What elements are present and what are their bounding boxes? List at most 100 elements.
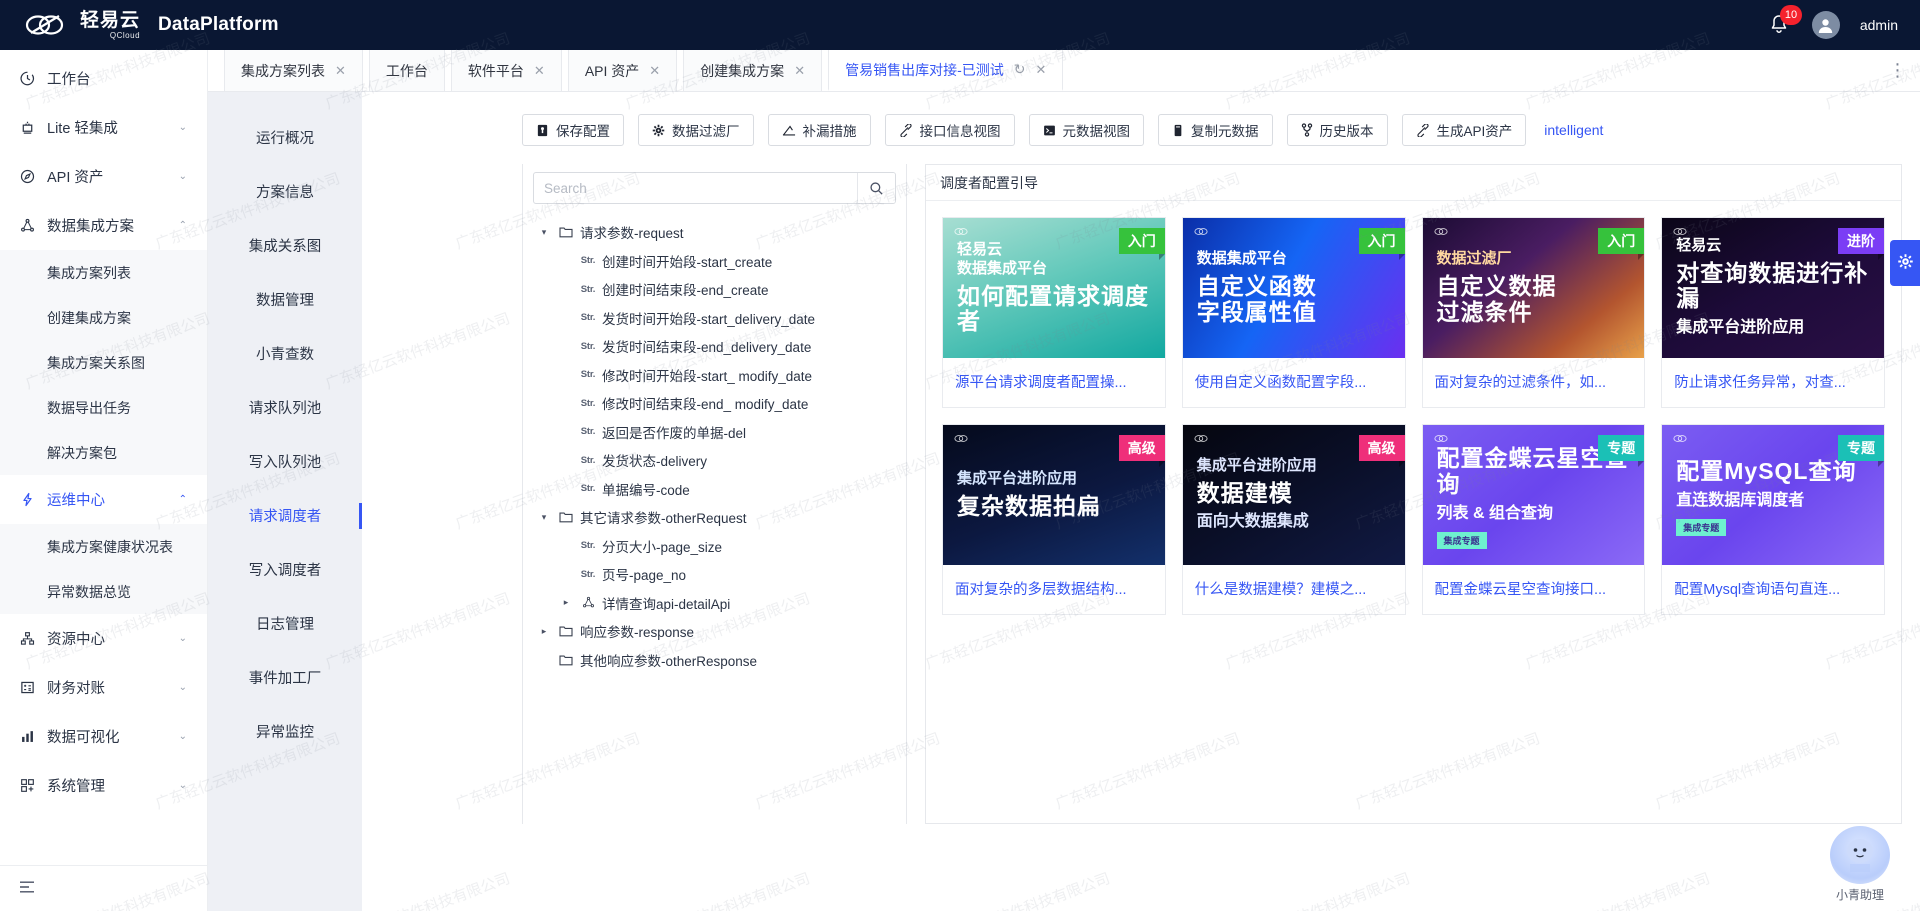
tab-guanyi-sales-outbound[interactable]: 管易销售出库对接-已测试 ↻ ✕ <box>828 50 1063 91</box>
interface-info-view-button[interactable]: 接口信息视图 <box>885 114 1015 146</box>
tab-workbench[interactable]: 工作台 <box>369 50 445 91</box>
guide-card[interactable]: 数据过滤厂自定义数据过滤条件入门面对复杂的过滤条件，如... <box>1422 217 1646 408</box>
close-icon[interactable]: ✕ <box>1036 62 1047 78</box>
intelligent-link[interactable]: intelligent <box>1544 122 1603 138</box>
guide-card-caption[interactable]: 什么是数据建模？建模之... <box>1183 565 1405 614</box>
sidebar-subitem-scheme-graph[interactable]: 集成方案关系图 <box>0 340 207 385</box>
guide-card-caption[interactable]: 配置金蝶云星空查询接口... <box>1423 565 1645 614</box>
guide-card[interactable]: 轻易云对查询数据进行补漏集成平台进阶应用进阶防止请求任务异常，对查... <box>1661 217 1885 408</box>
inner-nav-item-request-scheduler[interactable]: 请求调度者 <box>208 488 362 542</box>
sidebar-item-billing[interactable]: 财务对账 ⌄ <box>0 663 207 712</box>
sidebar-subitem-abnormal-data[interactable]: 异常数据总览 <box>0 569 207 614</box>
tab-create-scheme[interactable]: 创建集成方案 ✕ <box>683 50 822 91</box>
generate-api-asset-button[interactable]: 生成API资产 <box>1402 114 1527 146</box>
sidebar-item-ops-center[interactable]: 运维中心 ⌃ <box>0 475 207 524</box>
caret-down-icon[interactable]: ▾ <box>533 227 555 238</box>
sidebar-item-workbench[interactable]: 工作台 <box>0 54 207 103</box>
guide-card[interactable]: 配置MySQL查询直连数据库调度者集成专题专题配置Mysql查询语句直连... <box>1661 424 1885 615</box>
guide-card[interactable]: 集成平台进阶应用数据建模面向大数据集成高级什么是数据建模？建模之... <box>1182 424 1406 615</box>
guide-card-caption[interactable]: 使用自定义函数配置字段... <box>1183 358 1405 407</box>
sidebar-subitem-export-tasks[interactable]: 数据导出任务 <box>0 385 207 430</box>
sidebar-subitem-scheme-list[interactable]: 集成方案列表 <box>0 250 207 295</box>
tab-label: 创建集成方案 <box>700 61 784 81</box>
search-box[interactable] <box>533 172 896 204</box>
inner-nav-item-exception-monitor[interactable]: 异常监控 <box>208 704 362 758</box>
data-filter-button[interactable]: 数据过滤厂 <box>638 114 754 146</box>
search-button[interactable] <box>857 172 895 204</box>
sidebar: 工作台 Lite 轻集成 ⌄ API 资产 ⌄ 数据集成方案 ⌃ 集成方案列表 <box>0 50 208 911</box>
tree-field-node[interactable]: ▸Str.发货时间开始段-start_delivery_date <box>523 304 906 333</box>
tree-folder-node[interactable]: ▸响应参数-response <box>523 617 906 646</box>
inner-nav-item-relation-graph[interactable]: 集成关系图 <box>208 218 362 272</box>
inner-nav-item-write-queue[interactable]: 写入队列池 <box>208 434 362 488</box>
inner-nav-item-scheme-info[interactable]: 方案信息 <box>208 164 362 218</box>
sidebar-subitem-health-table[interactable]: 集成方案健康状况表 <box>0 524 207 569</box>
settings-rail-button[interactable] <box>1890 240 1920 286</box>
sidebar-subitem-solution-package[interactable]: 解决方案包 <box>0 430 207 475</box>
search-input[interactable] <box>534 181 857 196</box>
chevron-down-icon: ⌄ <box>179 731 187 742</box>
sidebar-item-visualization[interactable]: 数据可视化 ⌄ <box>0 712 207 761</box>
sidebar-item-resource-center[interactable]: 资源中心 ⌄ <box>0 614 207 663</box>
close-icon[interactable]: ✕ <box>649 63 660 79</box>
inner-nav-item-query-assistant[interactable]: 小青查数 <box>208 326 362 380</box>
inner-nav-item-request-queue[interactable]: 请求队列池 <box>208 380 362 434</box>
metadata-view-button[interactable]: 元数据视图 <box>1029 114 1145 146</box>
close-icon[interactable]: ✕ <box>794 63 805 79</box>
inner-nav-item-data-management[interactable]: 数据管理 <box>208 272 362 326</box>
copy-metadata-button[interactable]: 复制元数据 <box>1158 114 1273 146</box>
close-icon[interactable]: ✕ <box>534 63 545 79</box>
tree-api-node[interactable]: ▸详情查询api-detailApi <box>523 589 906 618</box>
tree-field-node[interactable]: ▸Str.修改时间开始段-start_ modify_date <box>523 361 906 390</box>
guide-card-caption[interactable]: 配置Mysql查询语句直连... <box>1662 565 1884 614</box>
sidebar-item-lite[interactable]: Lite 轻集成 ⌄ <box>0 103 207 152</box>
sidebar-item-system-management[interactable]: 系统管理 ⌄ <box>0 761 207 810</box>
tab-software-platform[interactable]: 软件平台 ✕ <box>451 50 562 91</box>
assistant-widget[interactable]: 小青助理 <box>1818 826 1902 903</box>
tree-field-node[interactable]: ▸Str.分页大小-page_size <box>523 532 906 561</box>
inner-nav-item-write-scheduler[interactable]: 写入调度者 <box>208 542 362 596</box>
patch-measure-button[interactable]: 补漏措施 <box>768 114 871 146</box>
close-icon[interactable]: ✕ <box>335 63 346 79</box>
guide-card[interactable]: 集成平台进阶应用复杂数据拍扁高级面对复杂的多层数据结构... <box>942 424 1166 615</box>
caret-right-icon[interactable]: ▸ <box>533 626 555 637</box>
caret-down-icon[interactable]: ▾ <box>533 512 555 523</box>
guide-card[interactable]: 数据集成平台自定义函数字段属性值入门使用自定义函数配置字段... <box>1182 217 1406 408</box>
user-name[interactable]: admin <box>1860 17 1898 33</box>
guide-card-caption[interactable]: 面对复杂的过滤条件，如... <box>1423 358 1645 407</box>
inner-nav-item-log-management[interactable]: 日志管理 <box>208 596 362 650</box>
tree-field-node[interactable]: ▸Str.返回是否作废的单据-del <box>523 418 906 447</box>
tree-field-node[interactable]: ▸Str.修改时间结束段-end_ modify_date <box>523 389 906 418</box>
tree-field-node[interactable]: ▸Str.创建时间结束段-end_create <box>523 275 906 304</box>
tree-field-node[interactable]: ▸Str.创建时间开始段-start_create <box>523 247 906 276</box>
avatar[interactable] <box>1812 11 1840 39</box>
history-version-button[interactable]: 历史版本 <box>1287 114 1388 146</box>
inner-nav-item-overview[interactable]: 运行概况 <box>208 110 362 164</box>
brand[interactable]: 轻易云 QCloud DataPlatform <box>0 8 279 42</box>
tab-api-assets[interactable]: API 资产 ✕ <box>568 50 677 91</box>
tree-field-node[interactable]: ▸Str.发货状态-delivery <box>523 446 906 475</box>
sidebar-item-api-assets[interactable]: API 资产 ⌄ <box>0 152 207 201</box>
sidebar-subitem-create-scheme[interactable]: 创建集成方案 <box>0 295 207 340</box>
tree-field-node[interactable]: ▸Str.单据编号-code <box>523 475 906 504</box>
save-config-button[interactable]: 保存配置 <box>522 114 624 146</box>
guide-card-caption[interactable]: 源平台请求调度者配置操... <box>943 358 1165 407</box>
tree-field-node[interactable]: ▸Str.发货时间结束段-end_delivery_date <box>523 332 906 361</box>
guide-card-caption[interactable]: 防止请求任务异常，对查... <box>1662 358 1884 407</box>
tab-more-button[interactable]: ⋮ <box>1876 50 1920 91</box>
button-label: 接口信息视图 <box>920 120 1001 140</box>
tree-folder-node[interactable]: ▾其它请求参数-otherRequest <box>523 503 906 532</box>
sidebar-item-data-integration[interactable]: 数据集成方案 ⌃ <box>0 201 207 250</box>
caret-right-icon[interactable]: ▸ <box>555 597 577 608</box>
guide-card[interactable]: 轻易云数据集成平台如何配置请求调度者入门源平台请求调度者配置操... <box>942 217 1166 408</box>
guide-card[interactable]: 配置金蝶云星空查询列表 & 组合查询集成专题专题配置金蝶云星空查询接口... <box>1422 424 1646 615</box>
tree-folder-node[interactable]: ▾请求参数-request <box>523 218 906 247</box>
notifications-button[interactable]: 10 <box>1768 12 1792 38</box>
sidebar-collapse-button[interactable] <box>0 865 207 911</box>
tab-scheme-list[interactable]: 集成方案列表 ✕ <box>224 50 363 91</box>
tree-folder-node[interactable]: ▸其他响应参数-otherResponse <box>523 646 906 675</box>
guide-card-caption[interactable]: 面对复杂的多层数据结构... <box>943 565 1165 614</box>
inner-nav-item-event-factory[interactable]: 事件加工厂 <box>208 650 362 704</box>
tree-field-node[interactable]: ▸Str.页号-page_no <box>523 560 906 589</box>
refresh-icon[interactable]: ↻ <box>1014 61 1026 78</box>
